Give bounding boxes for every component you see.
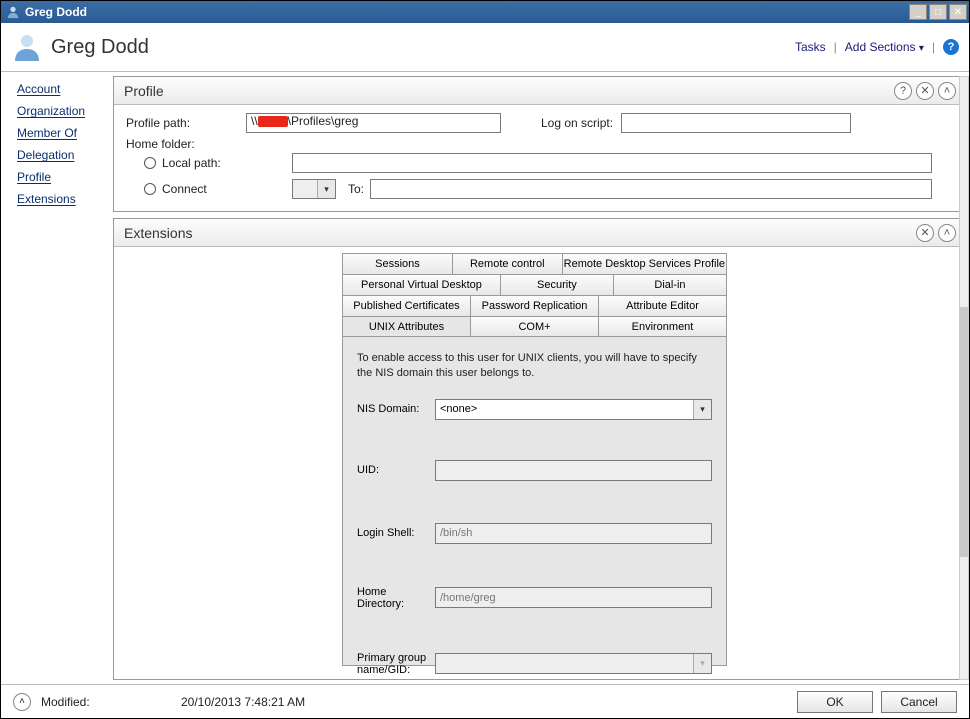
- tab-published-certificates[interactable]: Published Certificates: [342, 295, 471, 316]
- user-icon: [5, 4, 21, 20]
- extensions-section-body: Sessions Remote control Remote Desktop S…: [114, 247, 962, 677]
- close-icon[interactable]: ✕: [916, 82, 934, 100]
- local-path-radio[interactable]: [144, 157, 156, 169]
- tab-complus[interactable]: COM+: [470, 316, 599, 337]
- home-folder-label: Home folder:: [126, 137, 246, 151]
- primary-gid-select[interactable]: ▾: [435, 653, 712, 674]
- maximize-button[interactable]: □: [929, 4, 947, 20]
- minimize-button[interactable]: _: [909, 4, 927, 20]
- sidebar-item-delegation[interactable]: Delegation: [1, 144, 109, 166]
- to-label: To:: [348, 182, 364, 196]
- profile-section-body: Profile path: \\ \Profiles\greg Log on sc…: [114, 105, 962, 211]
- collapse-icon[interactable]: ˄: [938, 224, 956, 242]
- profile-path-suffix: \Profiles\greg: [288, 114, 359, 128]
- help-icon[interactable]: ?: [894, 82, 912, 100]
- uid-input[interactable]: [435, 460, 712, 481]
- chevron-down-icon: ▾: [693, 654, 711, 673]
- profile-section-header: Profile ? ✕ ˄: [114, 77, 962, 105]
- connect-to-input[interactable]: [370, 179, 932, 199]
- home-directory-input[interactable]: /home/greg: [435, 587, 712, 608]
- help-icon[interactable]: ?: [943, 39, 959, 55]
- close-icon[interactable]: ✕: [916, 224, 934, 242]
- profile-section: Profile ? ✕ ˄ Profile path: \\ \Profiles\…: [113, 76, 963, 212]
- tab-sessions[interactable]: Sessions: [342, 253, 453, 274]
- chevron-down-icon: ▾: [919, 43, 924, 54]
- user-icon: [11, 31, 43, 63]
- chevron-down-icon: ▾: [317, 180, 335, 198]
- sidebar-item-extensions[interactable]: Extensions: [1, 188, 109, 210]
- local-path-label: Local path:: [162, 156, 292, 170]
- unix-intro-text: To enable access to this user for UNIX c…: [357, 351, 712, 381]
- unix-attributes-panel: To enable access to this user for UNIX c…: [342, 336, 727, 666]
- sidebar-item-member-of[interactable]: Member Of: [1, 122, 109, 144]
- uid-label: UID:: [357, 464, 435, 476]
- scrollbar-thumb[interactable]: [960, 307, 968, 557]
- extensions-section: Extensions ✕ ˄ Sessions Remote control R…: [113, 218, 963, 680]
- scrollbar[interactable]: [959, 76, 969, 680]
- tab-remote-control[interactable]: Remote control: [452, 253, 563, 274]
- sidebar-item-organization[interactable]: Organization: [1, 100, 109, 122]
- tab-rds-profile[interactable]: Remote Desktop Services Profile: [562, 253, 727, 274]
- nis-domain-value: <none>: [440, 403, 477, 415]
- collapse-icon[interactable]: ˄: [938, 82, 956, 100]
- connect-radio[interactable]: [144, 183, 156, 195]
- tab-unix-attributes[interactable]: UNIX Attributes: [342, 316, 471, 337]
- logon-script-label: Log on script:: [541, 116, 621, 130]
- tab-password-replication[interactable]: Password Replication: [470, 295, 599, 316]
- login-shell-label: Login Shell:: [357, 527, 435, 539]
- profile-path-input[interactable]: \\ \Profiles\greg: [246, 113, 501, 133]
- titlebar: Greg Dodd _ □ ✕: [1, 1, 969, 23]
- profile-path-prefix: \\: [251, 114, 258, 128]
- profile-path-label: Profile path:: [126, 116, 246, 130]
- page-title: Greg Dodd: [51, 36, 795, 59]
- extensions-section-header: Extensions ✕ ˄: [114, 219, 962, 247]
- ok-button[interactable]: OK: [797, 691, 873, 713]
- header-actions: Tasks | Add Sections ▾ | ?: [795, 39, 959, 55]
- sidebar: Account Organization Member Of Delegatio…: [1, 72, 109, 684]
- local-path-input[interactable]: [292, 153, 932, 173]
- login-shell-input[interactable]: /bin/sh: [435, 523, 712, 544]
- close-button[interactable]: ✕: [949, 4, 967, 20]
- content: Profile ? ✕ ˄ Profile path: \\ \Profiles\…: [109, 72, 969, 684]
- connect-label: Connect: [162, 182, 292, 196]
- separator: |: [834, 40, 837, 54]
- modified-value: 20/10/2013 7:48:21 AM: [181, 695, 797, 709]
- profile-section-title: Profile: [124, 83, 890, 99]
- window-controls: _ □ ✕: [907, 4, 967, 20]
- statusbar: ˄ Modified: 20/10/2013 7:48:21 AM OK Can…: [1, 684, 969, 718]
- home-directory-value: /home/greg: [440, 592, 496, 604]
- tab-dial-in[interactable]: Dial-in: [613, 274, 727, 295]
- tab-environment[interactable]: Environment: [598, 316, 727, 337]
- window-title: Greg Dodd: [25, 5, 907, 19]
- separator: |: [932, 40, 935, 54]
- drive-select[interactable]: ▾: [292, 179, 336, 199]
- tab-security[interactable]: Security: [500, 274, 614, 295]
- add-sections-link[interactable]: Add Sections ▾: [845, 40, 924, 54]
- extensions-tabstrip: Sessions Remote control Remote Desktop S…: [342, 253, 727, 667]
- body: Account Organization Member Of Delegatio…: [1, 71, 969, 684]
- home-directory-label: Home Directory:: [357, 586, 435, 610]
- modified-label: Modified:: [41, 695, 101, 709]
- nis-domain-label: NIS Domain:: [357, 403, 435, 415]
- sidebar-item-account[interactable]: Account: [1, 78, 109, 100]
- extensions-section-title: Extensions: [124, 225, 912, 241]
- cancel-button[interactable]: Cancel: [881, 691, 957, 713]
- login-shell-value: /bin/sh: [440, 527, 472, 539]
- header: Greg Dodd Tasks | Add Sections ▾ | ?: [1, 23, 969, 71]
- tasks-link[interactable]: Tasks: [795, 40, 826, 54]
- nis-domain-select[interactable]: <none> ▾: [435, 399, 712, 420]
- tab-attribute-editor[interactable]: Attribute Editor: [598, 295, 727, 316]
- sidebar-item-profile[interactable]: Profile: [1, 166, 109, 188]
- primary-gid-label: Primary group name/GID:: [357, 652, 435, 676]
- redacted-server: [258, 116, 288, 127]
- expand-icon[interactable]: ˄: [13, 693, 31, 711]
- window: Greg Dodd _ □ ✕ Greg Dodd Tasks | Add Se…: [0, 0, 970, 719]
- chevron-down-icon: ▾: [693, 400, 711, 419]
- tab-personal-virtual-desktop[interactable]: Personal Virtual Desktop: [342, 274, 501, 295]
- add-sections-label: Add Sections: [845, 40, 916, 54]
- logon-script-input[interactable]: [621, 113, 851, 133]
